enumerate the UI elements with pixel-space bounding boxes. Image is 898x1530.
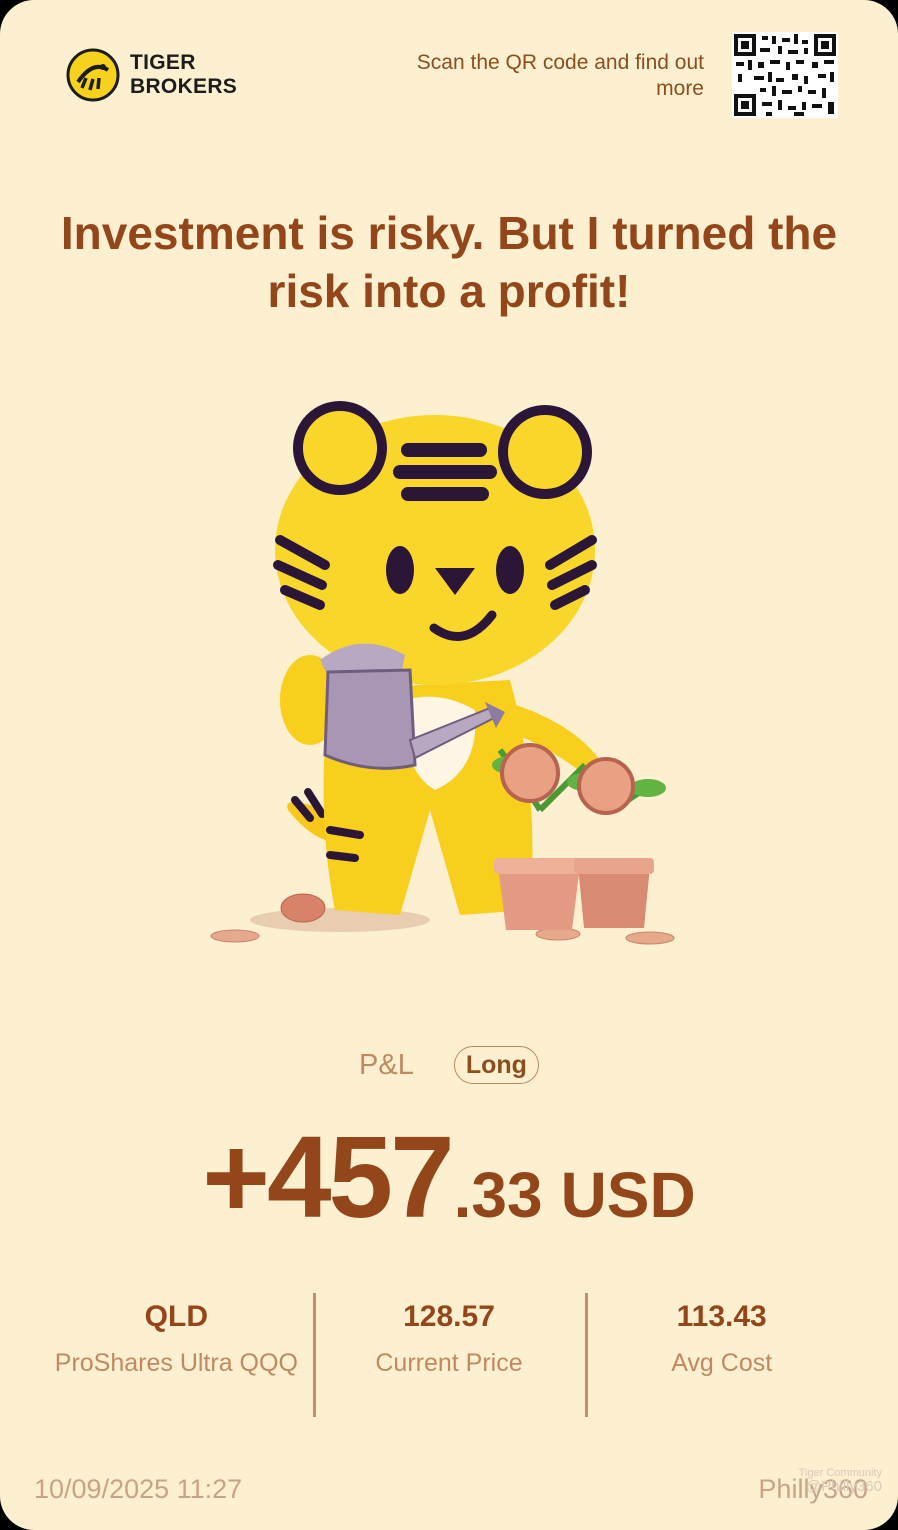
pnl-currency: USD	[560, 1159, 696, 1231]
scan-qr-text: Scan the QR code and find out more	[416, 51, 704, 100]
pnl-amount: +457 .33 USD	[0, 1110, 898, 1244]
position-stats: QLD ProShares Ultra QQQ 128.57 Current P…	[40, 1293, 858, 1417]
stat-label: Avg Cost	[671, 1349, 773, 1377]
stat-label: Current Price	[375, 1349, 523, 1377]
stat-label: ProShares Ultra QQQ	[54, 1349, 298, 1377]
pnl-header: P&L Long	[0, 1046, 898, 1084]
brand-name: TIGER BROKERS	[130, 51, 237, 99]
tiger-mascot-illustration	[210, 401, 675, 945]
stat-value: 113.43	[676, 1300, 767, 1333]
watermark: Tiger Community @Philly360	[799, 1466, 882, 1494]
stat-value: 128.57	[403, 1300, 495, 1333]
stat-current-price: 128.57 Current Price	[312, 1293, 586, 1417]
pnl-amount-main: +457	[202, 1112, 454, 1242]
stat-value: QLD	[144, 1300, 208, 1333]
brand-line-1: TIGER	[130, 51, 196, 74]
headline: Investment is risky. But I turned the ri…	[60, 207, 838, 317]
qr-code[interactable]	[732, 32, 838, 118]
stat-symbol: QLD ProShares Ultra QQQ	[40, 1293, 313, 1417]
brand-line-2: BROKERS	[130, 75, 238, 98]
brand-logo: TIGER BROKERS	[66, 48, 237, 102]
position-badge: Long	[453, 1046, 539, 1084]
watermark-handle: @Philly360	[805, 1478, 882, 1495]
timestamp: 10/09/2025 11:27	[34, 1474, 243, 1504]
tiger-logo-icon	[66, 48, 120, 102]
pnl-amount-fraction: .33	[453, 1159, 543, 1231]
pnl-label: P&L	[359, 1048, 414, 1081]
stat-avg-cost: 113.43 Avg Cost	[585, 1293, 858, 1417]
share-card: TIGER BROKERS Scan the QR code and find …	[0, 0, 898, 1530]
